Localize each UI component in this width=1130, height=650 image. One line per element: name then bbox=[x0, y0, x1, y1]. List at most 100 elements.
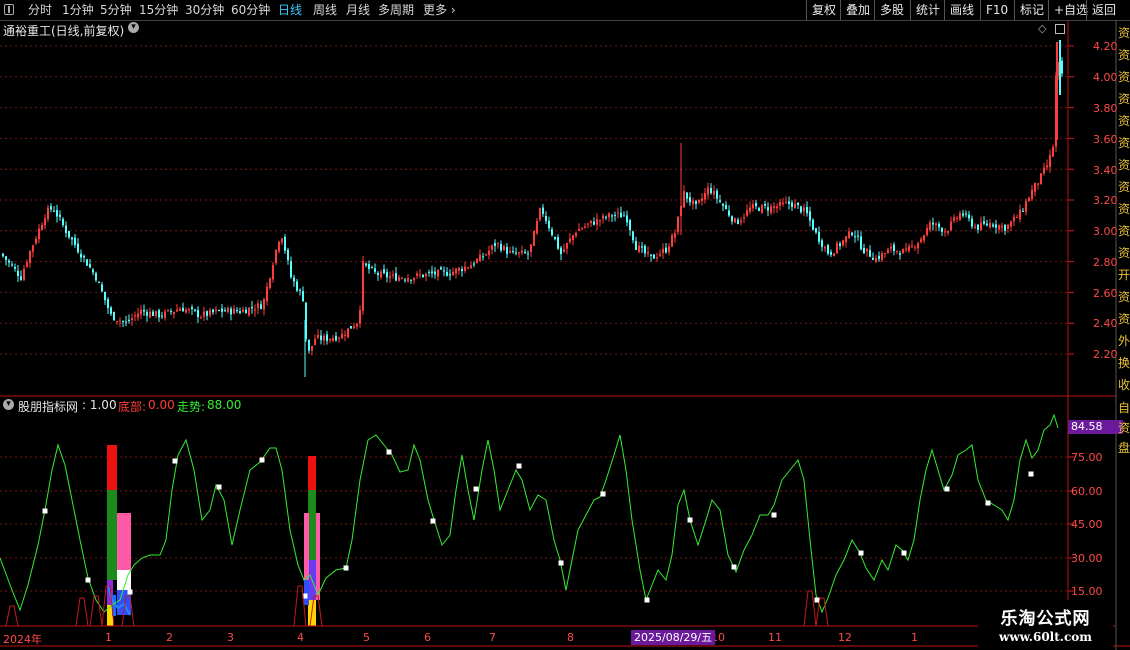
panel-toggle-icon[interactable] bbox=[1055, 24, 1065, 34]
candle-body bbox=[416, 273, 418, 276]
candle-body bbox=[395, 273, 397, 281]
side-char: 自 bbox=[1118, 401, 1130, 415]
candle-body bbox=[749, 207, 751, 212]
candle-body bbox=[695, 200, 697, 204]
trend-marker bbox=[172, 458, 178, 464]
period-tab[interactable]: 月线 bbox=[346, 0, 370, 20]
candle-body bbox=[143, 309, 145, 312]
period-tab[interactable]: 5分钟 bbox=[100, 0, 132, 20]
bottom-signal bbox=[803, 590, 817, 627]
candle-body bbox=[461, 268, 463, 272]
candle-body bbox=[605, 216, 607, 218]
candle-body bbox=[689, 197, 691, 203]
candle-body bbox=[440, 267, 442, 270]
candle-body bbox=[923, 235, 925, 241]
candle-body bbox=[791, 202, 793, 207]
stock-chart[interactable] bbox=[0, 21, 1130, 650]
candle-body bbox=[428, 271, 430, 273]
candle-body bbox=[614, 215, 616, 217]
period-tab[interactable]: 30分钟 bbox=[185, 0, 224, 20]
date-tick: 8 bbox=[567, 631, 574, 644]
restore-rights-button[interactable]: 复权 bbox=[806, 0, 841, 20]
candle-body bbox=[218, 310, 220, 312]
candle-body bbox=[701, 198, 703, 202]
candle-body bbox=[599, 220, 601, 222]
menu-icon[interactable] bbox=[4, 4, 14, 15]
candle-body bbox=[602, 215, 604, 219]
f10-button[interactable]: F10 bbox=[980, 0, 1013, 20]
candle-body bbox=[149, 311, 151, 318]
candle-body bbox=[773, 206, 775, 208]
period-tab[interactable]: 周线 bbox=[313, 0, 337, 20]
diamond-icon[interactable]: ◇ bbox=[1038, 22, 1046, 35]
mark-button[interactable]: 标记 bbox=[1014, 0, 1049, 20]
candle-body bbox=[539, 208, 541, 220]
candle-body bbox=[935, 223, 937, 226]
candle-body bbox=[644, 245, 646, 254]
candle-body bbox=[320, 335, 322, 341]
candle-body bbox=[536, 220, 538, 234]
period-tab[interactable]: 多周期 bbox=[378, 0, 414, 20]
candle-body bbox=[944, 231, 946, 233]
candle-body bbox=[665, 247, 667, 253]
candle-body bbox=[767, 207, 769, 211]
candle-body bbox=[389, 276, 391, 279]
candle-body bbox=[317, 335, 319, 338]
candle-body bbox=[1022, 210, 1024, 212]
indicator-collapse-icon[interactable]: ▾ bbox=[3, 399, 14, 410]
candle-body bbox=[224, 310, 226, 312]
candle-body bbox=[881, 253, 883, 260]
date-tick: 1 bbox=[911, 631, 918, 644]
side-char: 资 bbox=[1118, 180, 1130, 194]
period-tab[interactable]: 15分钟 bbox=[139, 0, 178, 20]
candle-body bbox=[857, 235, 859, 237]
candle-body bbox=[560, 247, 562, 255]
candle-body bbox=[260, 304, 262, 309]
chevron-down-icon[interactable]: ▾ bbox=[128, 22, 139, 33]
bottom-value: 0.00 bbox=[148, 398, 175, 412]
candle-body bbox=[26, 262, 28, 267]
bottom-signal bbox=[5, 605, 19, 627]
draw-line-button[interactable]: 画线 bbox=[944, 0, 979, 20]
candle-body bbox=[62, 219, 64, 226]
candle-body bbox=[494, 243, 496, 246]
candle-body bbox=[1061, 60, 1063, 74]
candle-body bbox=[128, 319, 130, 322]
candle-body bbox=[956, 217, 958, 219]
candle-body bbox=[278, 241, 280, 252]
candle-body bbox=[179, 308, 181, 311]
period-tab[interactable]: 分时 bbox=[28, 0, 52, 20]
side-char: 资 bbox=[1118, 26, 1130, 40]
candle-body bbox=[683, 191, 685, 208]
candle-body bbox=[572, 235, 574, 240]
side-char: 资 bbox=[1118, 202, 1130, 216]
candle-body bbox=[581, 228, 583, 230]
statistics-button[interactable]: 统计 bbox=[910, 0, 945, 20]
back-button[interactable]: 返回 bbox=[1086, 0, 1121, 20]
candle-body bbox=[65, 225, 67, 233]
period-tab-active[interactable]: 日线 bbox=[278, 0, 302, 20]
candle-body bbox=[914, 247, 916, 249]
candle-body bbox=[164, 311, 166, 319]
period-tab[interactable]: 60分钟 bbox=[231, 0, 270, 20]
period-tab-more[interactable]: 更多 › bbox=[423, 0, 456, 20]
indicator-tick: 75.00 bbox=[1071, 451, 1103, 464]
candle-body bbox=[1007, 224, 1009, 229]
signal-bar-segment bbox=[107, 445, 117, 490]
candle-body bbox=[707, 187, 709, 195]
candle-body bbox=[14, 266, 16, 269]
candle-body bbox=[659, 254, 661, 256]
candle-body bbox=[524, 251, 526, 253]
candle-body bbox=[980, 222, 982, 231]
indicator-lines bbox=[0, 413, 1059, 627]
candle-body bbox=[941, 227, 943, 232]
candle-body bbox=[254, 309, 256, 311]
candle-body bbox=[476, 259, 478, 263]
candle-body bbox=[617, 212, 619, 214]
candle-body bbox=[272, 265, 274, 280]
multi-stock-button[interactable]: 多股 bbox=[874, 0, 909, 20]
trend-marker bbox=[386, 449, 392, 455]
candle-body bbox=[299, 289, 301, 291]
overlay-button[interactable]: 叠加 bbox=[840, 0, 875, 20]
period-tab[interactable]: 1分钟 bbox=[62, 0, 94, 20]
